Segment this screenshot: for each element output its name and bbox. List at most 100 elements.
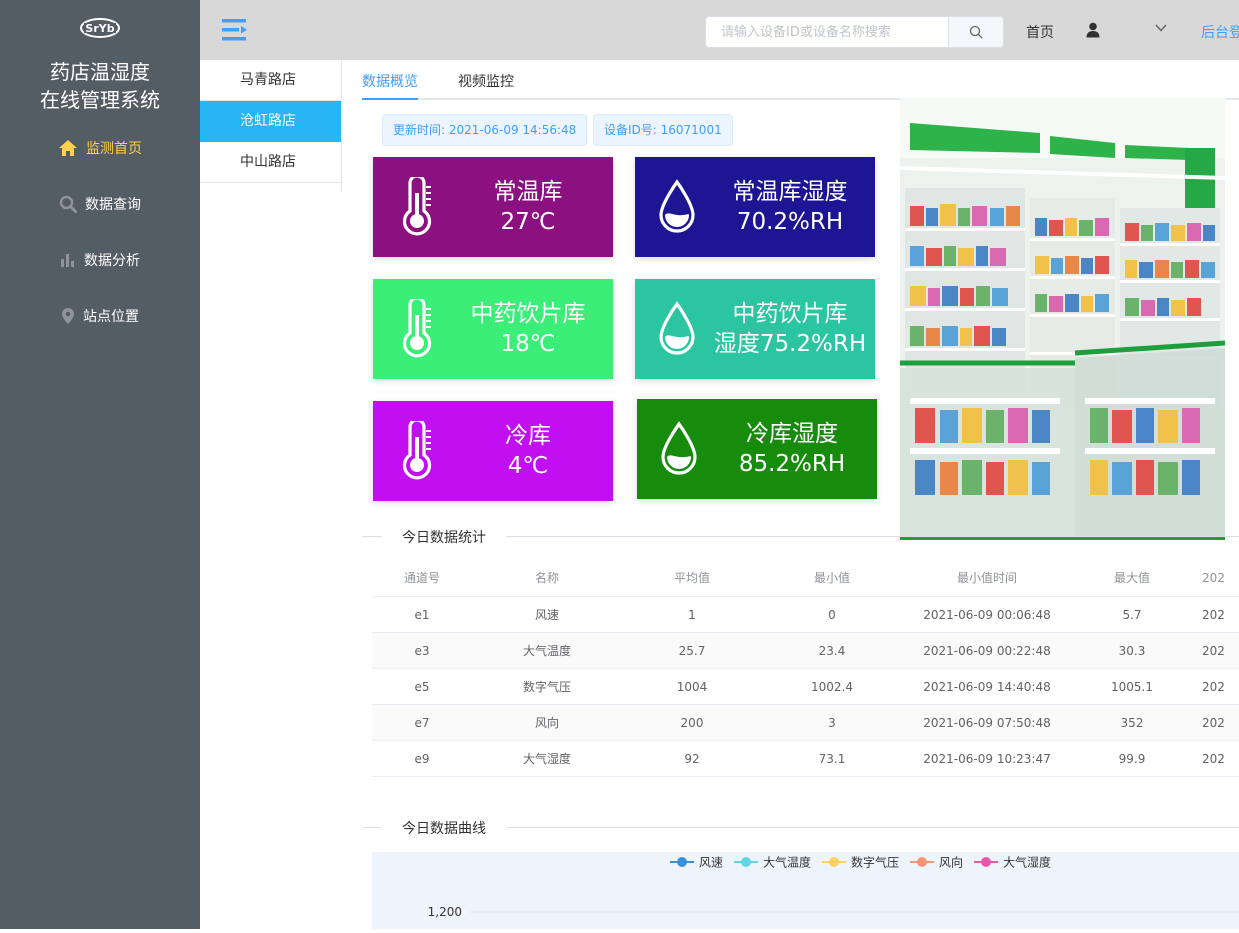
table-cell: 大气湿度 [522,752,571,766]
sensor-reading: 冷库湿度 85.2%RH [707,399,877,499]
legend-item[interactable]: 大气湿度 [974,855,1051,870]
sensor-reading: 常温库湿度 70.2%RH [705,157,875,257]
active-tab-indicator [362,98,418,100]
table-cell: 2021-06-09 07:50:48 [923,716,1051,730]
admin-login-link[interactable]: 后台登 [1201,22,1239,42]
chart-section-title: 今日数据曲线 [402,818,486,838]
table-cell: 数字气压 [522,680,571,694]
menu-item-monitor-home[interactable]: 监测首页 [0,128,200,168]
water-drop-icon [657,179,697,239]
sensor-card[interactable]: 冷库 4℃ [373,401,613,501]
legend-label: 数字气压 [851,855,899,870]
search-icon [59,195,77,213]
table-cell: 23.4 [818,644,846,658]
table-cell: 3 [828,716,836,730]
sensor-name: 常温库 [493,179,563,205]
system-title-line2: 在线管理系统 [40,88,160,112]
brand-logo: SrYb [80,18,120,38]
sensor-value: 85.2%RH [738,451,846,477]
legend-item[interactable]: 风速 [670,856,723,870]
sensor-reading: 中药饮片库 18℃ [443,279,613,379]
sensor-card[interactable]: 冷库湿度 85.2%RH [637,399,877,499]
table-cell: 大气温度 [522,644,571,658]
thermometer-icon [399,418,435,485]
table-header-row: 通道号 名称 平均值 最小值 最小值时间 最大值 202 [372,560,1239,597]
search-button[interactable] [948,16,1004,48]
legend-item[interactable]: 风向 [910,855,963,870]
table-header-cell: 最小值 [813,571,850,585]
table-cell: 5.7 [1122,608,1142,622]
table-cell: 风向 [534,716,559,730]
sensor-card[interactable]: 常温库湿度 70.2%RH [635,157,875,257]
table-header-cell: 名称 [534,571,559,585]
table-cell: 1 [688,608,696,622]
sensor-name: 常温库湿度 [732,179,848,205]
device-search-input[interactable] [705,16,949,48]
store-item[interactable]: 马青路店 [200,60,341,101]
search-icon [969,25,983,39]
sensor-value: 4℃ [507,453,549,479]
legend-label: 大气温度 [763,855,811,870]
sensor-reading: 中药饮片库 湿度75.2%RH [705,279,875,379]
thermometer-icon [399,296,435,363]
table-row: e5 数字气压 1004 1002.4 2021-06-09 14:40:48 1005.… [372,669,1239,705]
store-item-selected[interactable]: 沧虹路店 [200,101,341,142]
chart-section-header: 今日数据曲线 [362,818,1239,838]
table-cell: 0 [828,608,836,622]
tab-video-monitor[interactable]: 视频监控 [458,71,514,91]
legend-item[interactable]: 数字气压 [822,855,899,870]
sensor-card[interactable]: 中药饮片库 湿度75.2%RH [635,279,875,379]
chevron-down-icon[interactable] [1155,24,1167,32]
table-cell: 2021-06-09 00:22:48 [923,644,1051,658]
table-cell: 30.3 [1118,644,1146,658]
nav-home-link[interactable]: 首页 [1026,22,1054,42]
legend-marker [917,857,927,867]
data-curve-chart: 风速 大气温度 数字气压 风向 大气湿度 1,200 [372,852,1239,929]
table-cell: 25.7 [678,644,706,658]
table-header-cell: 202 [1202,571,1225,585]
store-item[interactable]: 中山路店 [200,142,341,183]
divider [506,827,1239,828]
table-header-cell: 最小值时间 [956,571,1017,585]
sensor-value: 70.2%RH [736,209,844,235]
table-header-cell: 平均值 [673,571,710,585]
menu-item-data-analysis[interactable]: 数据分析 [0,240,200,280]
sensor-reading: 冷库 4℃ [443,401,613,501]
table-cell: 202 [1202,644,1225,658]
tab-data-overview[interactable]: 数据概览 [362,71,418,91]
table-cell: 202 [1202,608,1225,622]
menu-item-site-location[interactable]: 站点位置 [0,296,200,336]
chart-canvas: 风速 大气温度 数字气压 风向 大气湿度 1,200 [428,855,1239,919]
table-cell: e5 [414,680,430,694]
legend-marker [741,857,751,867]
sensor-card[interactable]: 常温库 27℃ [373,157,613,257]
update-time-tag: 更新时间: 2021-06-09 14:56:48 [382,114,588,146]
table-cell: 202 [1202,680,1225,694]
divider [362,536,382,537]
divider [506,536,1239,537]
water-drop-icon [659,421,699,481]
system-title-line1: 药店温湿度 [50,60,150,84]
sensor-reading: 常温库 27℃ [443,157,613,257]
menu-item-data-query[interactable]: 数据查询 [0,184,200,224]
menu-item-label: 监测首页 [86,141,142,157]
legend-item[interactable]: 大气温度 [734,855,811,870]
user-icon[interactable] [1086,22,1100,38]
table-row: e3 大气温度 25.7 23.4 2021-06-09 00:22:48 30.3 202 [372,633,1239,669]
legend-label: 风向 [939,855,963,870]
table-cell: 2021-06-09 00:06:48 [923,608,1051,622]
table-cell: e9 [414,752,430,766]
table-cell: e7 [414,716,430,730]
home-icon [59,140,77,156]
menu-toggle-icon[interactable] [222,18,248,42]
table-row: e1 风速 1 0 2021-06-09 00:06:48 5.7 202 [372,597,1239,633]
legend-marker [677,857,687,867]
sensor-name: 中药饮片库 [470,301,586,327]
system-title: 药店温湿度 在线管理系统 [0,58,200,114]
sensor-card[interactable]: 中药饮片库 18℃ [373,279,613,379]
pharmacy-shelf-photo [900,98,1225,540]
sensor-value: 18℃ [500,331,556,357]
y-tick-label: 1,200 [428,905,462,919]
table-cell: e3 [414,644,430,658]
divider [362,827,382,828]
